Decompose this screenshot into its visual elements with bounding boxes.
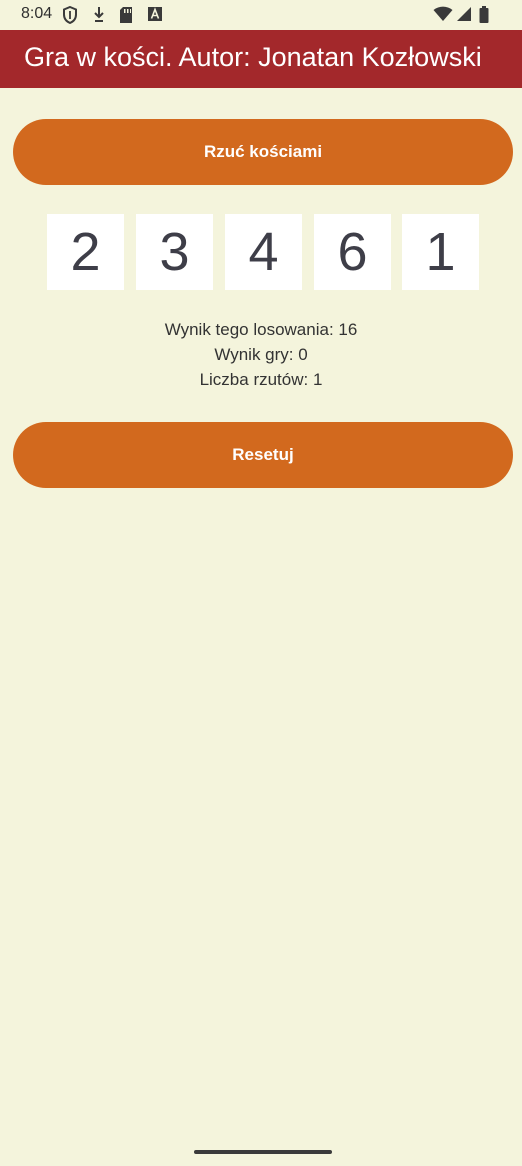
status-bar: 8:04 [0,0,522,30]
font-a-icon [148,6,162,27]
app-title: Gra w kości. Autor: Jonatan Kozłowski [24,42,482,72]
status-time: 8:04 [21,5,53,22]
shield-icon [62,5,78,29]
home-indicator[interactable] [194,1150,332,1154]
dice-row: 2 3 4 6 1 [0,214,522,290]
game-score-text: Wynik gry: 0 [214,345,308,364]
wifi-icon [433,6,453,27]
die-3: 4 [225,214,302,290]
roll-dice-button[interactable]: Rzuć kościami [13,119,513,185]
roll-count-text: Liczba rzutów: 1 [199,370,323,389]
reset-button[interactable]: Resetuj [13,422,513,488]
roll-score-text: Wynik tego losowania: 16 [164,320,358,339]
die-4: 6 [314,214,391,290]
cell-signal-icon [456,6,472,27]
die-5: 1 [402,214,479,290]
app-bar: Gra w kości. Autor: Jonatan Kozłowski [0,30,522,88]
die-2: 3 [136,214,213,290]
battery-icon [479,6,489,29]
sd-card-icon [119,6,133,29]
download-icon [92,6,106,29]
die-1: 2 [47,214,124,290]
